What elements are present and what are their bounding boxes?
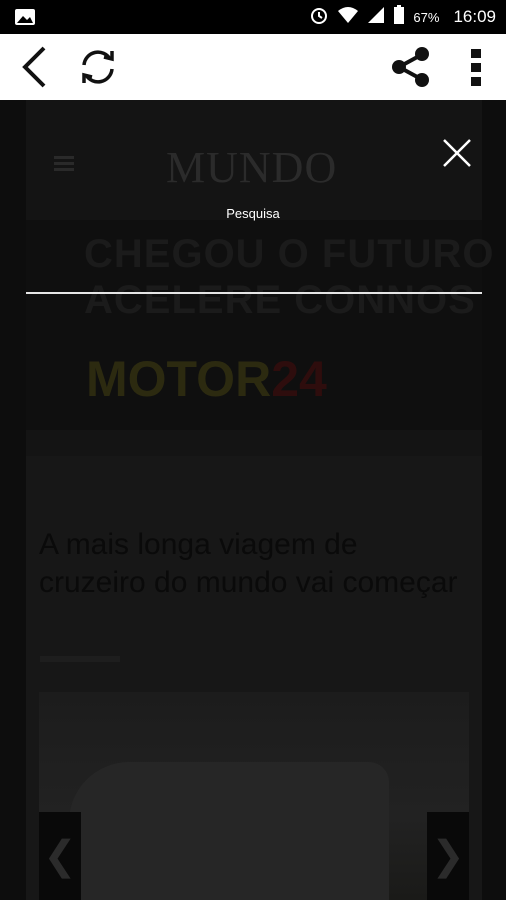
search-label: Pesquisa (226, 206, 280, 221)
more-vert-icon (471, 49, 481, 86)
app-toolbar (0, 34, 506, 100)
back-icon (22, 46, 46, 88)
alarm-icon (309, 5, 329, 29)
back-button[interactable] (12, 34, 56, 100)
refresh-button[interactable] (72, 34, 124, 100)
status-bar: 67% 16:09 (0, 0, 506, 34)
signal-icon (367, 6, 385, 28)
search-input[interactable] (26, 250, 482, 294)
share-button[interactable] (384, 34, 436, 100)
close-icon (443, 139, 471, 167)
close-button[interactable] (440, 136, 474, 170)
share-icon (392, 47, 429, 87)
status-right: 67% 16:09 (309, 0, 496, 34)
battery-percent: 67% (413, 9, 440, 25)
clock: 16:09 (453, 7, 496, 26)
wifi-icon (337, 6, 359, 28)
more-options-button[interactable] (456, 34, 496, 100)
image-icon (14, 8, 36, 26)
search-overlay: Pesquisa (0, 100, 506, 900)
battery-icon (393, 5, 405, 29)
refresh-icon (82, 50, 114, 84)
